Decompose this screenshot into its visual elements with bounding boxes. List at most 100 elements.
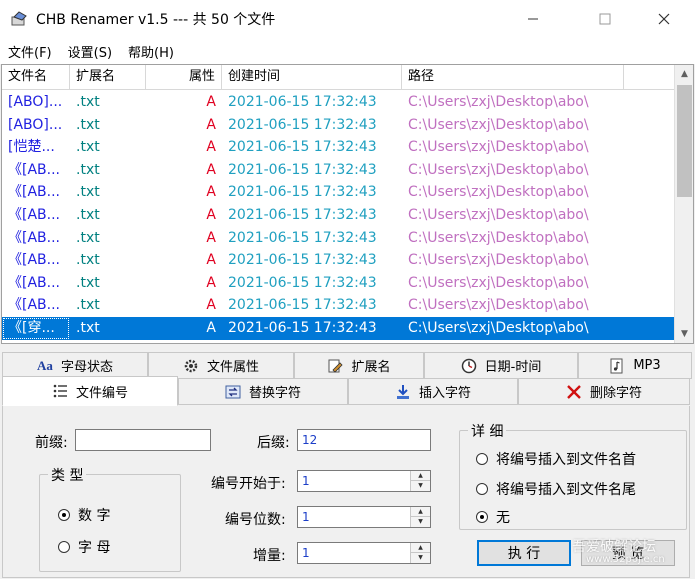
watermark-main: 吾爱破解论坛 [572,539,656,555]
suffix-input[interactable]: 12 [297,429,431,451]
increment-spin[interactable]: ▲ ▼ [410,543,430,563]
type-group-title: 类 型 [48,465,87,485]
table-row[interactable]: [ABO]... .txt A 2021-06-15 17:32:43 C:\Users… [2,114,674,137]
attribute-cell: A [206,252,216,269]
table-row[interactable]: 《[AB... .txt A 2021-06-15 17:32:43 C:\Users\… [2,227,674,250]
table-row[interactable]: 《[AB... .txt A 2021-06-15 17:32:43 C:\Users\… [2,272,674,295]
extension-cell: .txt [76,297,100,314]
delete-x-icon [566,384,582,400]
file-name-cell: 《[AB... [8,229,60,246]
attribute-cell: A [206,161,216,178]
radio-dot [476,453,488,465]
watermark: 吾爱破解论坛 www.52pojie.cn [572,536,692,576]
title-bar: CHB Renamer v1.5 --- 共 50 个文件 [0,0,695,38]
scroll-up-button[interactable]: ▲ [675,65,693,83]
path-cell: C:\Users\zxj\Desktop\abo\ [408,161,589,178]
attribute-cell: A [206,319,216,336]
radio-dot [58,509,70,521]
start-number-stepper[interactable]: 1 ▲ ▼ [297,470,431,492]
tab-insert-characters[interactable]: 插入字符 [348,378,518,405]
tab-file-numbering[interactable]: 文件编号 [2,376,178,406]
type-letter-radio[interactable]: 字 母 [58,537,110,557]
start-number-spin[interactable]: ▲ ▼ [410,471,430,491]
spin-down-icon[interactable]: ▼ [411,481,430,491]
extension-cell: .txt [76,319,100,336]
vertical-scrollbar[interactable]: ▲ ▼ [674,65,693,343]
minimize-button[interactable] [510,0,556,38]
column-header-name[interactable]: 文件名 [2,65,70,90]
caret-up-icon: ▲ [681,69,688,79]
radio-dot [58,541,70,553]
tab-file-attributes[interactable]: 文件属性 [148,352,294,379]
maximize-icon [599,13,611,25]
detail-none-radio[interactable]: 无 [476,507,510,527]
table-row[interactable]: 《[AB... .txt A 2021-06-15 17:32:43 C:\Users\… [2,159,674,182]
created-time-cell: 2021-06-15 17:32:43 [228,297,377,314]
digits-stepper[interactable]: 1 ▲ ▼ [297,506,431,528]
attribute-cell: A [206,274,216,291]
maximize-button[interactable] [582,0,628,38]
spin-down-icon[interactable]: ▼ [411,517,430,527]
table-row[interactable]: [恺楚... .txt A 2021-06-15 17:32:43 C:\Users\z… [2,136,674,159]
attribute-cell: A [206,139,216,156]
tab-delete-characters[interactable]: 删除字符 [518,378,690,405]
increment-stepper[interactable]: 1 ▲ ▼ [297,542,431,564]
tab-label: 文件属性 [206,360,259,375]
start-number-value: 1 [302,474,310,488]
execute-button[interactable]: 执 行 [477,540,571,566]
tab-replace-characters[interactable]: 替换字符 [178,378,348,405]
table-row[interactable]: 《[AB... .txt A 2021-06-15 17:32:43 C:\Users\… [2,249,674,272]
menu-help[interactable]: 帮助(H) [120,42,182,61]
menu-bar: 文件(F) 设置(S) 帮助(H) [0,38,695,64]
extension-cell: .txt [76,184,100,201]
spin-up-icon[interactable]: ▲ [411,471,430,481]
increment-value: 1 [302,546,310,560]
table-row[interactable]: 《[穿... .txt A 2021-06-15 17:32:43 C:\Users\z… [2,316,674,340]
column-header-path[interactable]: 路径 [402,65,624,90]
table-row[interactable]: 《[AB... .txt A 2021-06-15 17:32:43 C:\Users\… [2,294,674,317]
detail-group-title: 详 细 [468,421,507,441]
tab-letter-case[interactable]: Aa 字母状态 [2,352,148,379]
prefix-input[interactable] [75,429,211,451]
digits-spin[interactable]: ▲ ▼ [410,507,430,527]
scroll-down-button[interactable]: ▼ [675,325,693,343]
scroll-thumb[interactable] [677,85,692,197]
table-row[interactable]: [ABO]... .txt A 2021-06-15 17:32:43 C:\Users… [2,91,674,114]
close-icon [658,13,670,25]
column-header-extension[interactable]: 扩展名 [70,65,146,90]
menu-settings[interactable]: 设置(S) [60,42,120,61]
attribute-cell: A [206,206,216,223]
close-button[interactable] [641,0,687,38]
spin-up-icon[interactable]: ▲ [411,507,430,517]
path-cell: C:\Users\zxj\Desktop\abo\ [408,206,589,223]
attribute-cell: A [206,297,216,314]
spin-up-icon[interactable]: ▲ [411,543,430,553]
file-list[interactable]: 文件名 扩展名 属性 创建时间 路径 [ABO]... .txt A 2021-06-… [1,64,694,344]
increment-label: 增量: [253,548,286,564]
created-time-cell: 2021-06-15 17:32:43 [228,319,377,336]
letter-case-icon: Aa [37,357,53,373]
column-header-attribute[interactable]: 属性 [146,65,222,90]
tab-label: 扩展名 [351,360,391,375]
type-groupbox: 类 型 数 字 字 母 [39,465,181,572]
start-number-label: 编号开始于: [211,476,286,492]
file-name-cell: 《[AB... [8,161,60,178]
column-header-created-time[interactable]: 创建时间 [222,65,402,90]
tab-label: 字母状态 [60,360,113,375]
type-number-radio[interactable]: 数 字 [58,505,110,525]
tab-extension[interactable]: 扩展名 [294,352,424,379]
table-row[interactable]: 《[AB... .txt A 2021-06-15 17:32:43 C:\Users\… [2,204,674,227]
created-time-cell: 2021-06-15 17:32:43 [228,206,377,223]
tab-date-time[interactable]: 日期-时间 [424,352,578,379]
clock-icon [461,358,477,374]
tab-row-top: Aa 字母状态 文件属性 扩展名 日期-时间 MP3 [2,352,692,379]
tab-mp3[interactable]: MP3 [578,352,692,379]
menu-file[interactable]: 文件(F) [0,42,60,61]
file-name-cell: [ABO]... [8,116,63,133]
detail-insert-start-radio[interactable]: 将编号插入到文件名首 [476,449,636,469]
table-row[interactable]: 《[AB... .txt A 2021-06-15 17:32:43 C:\Users\… [2,181,674,204]
spin-down-icon[interactable]: ▼ [411,553,430,563]
app-icon [11,11,27,26]
tab-label: MP3 [633,358,661,373]
detail-insert-end-radio[interactable]: 将编号插入到文件名尾 [476,479,636,499]
